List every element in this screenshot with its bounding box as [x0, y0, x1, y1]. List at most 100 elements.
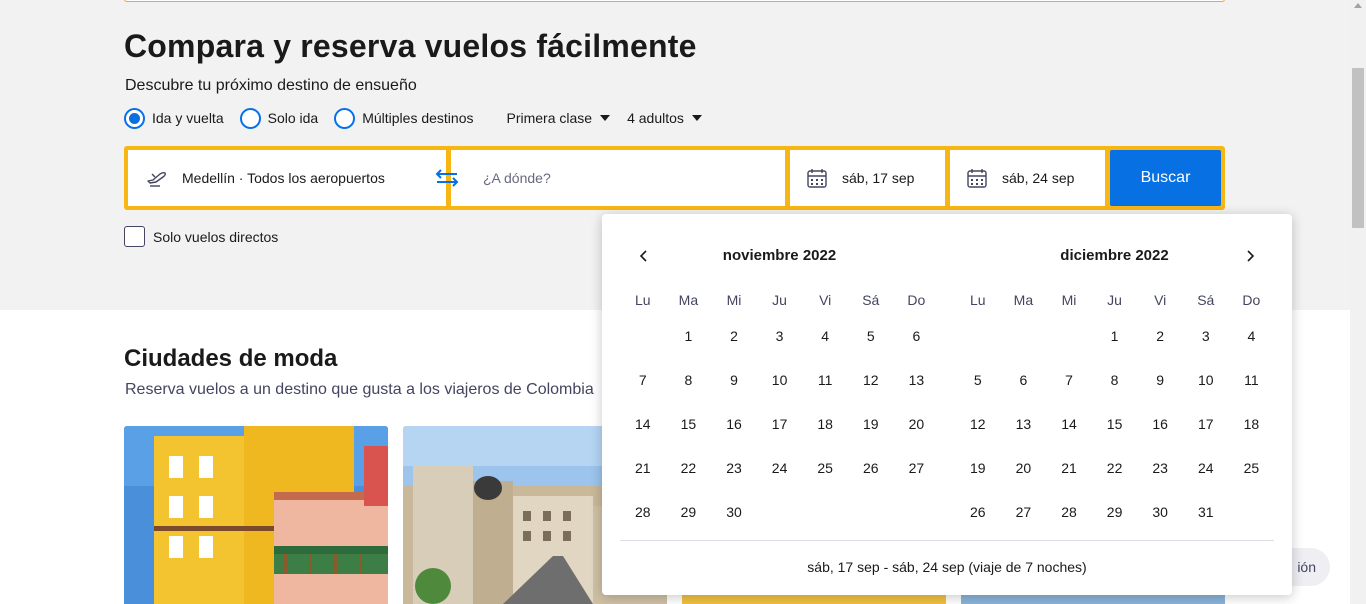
destination-field[interactable]: ¿A dónde?	[451, 150, 785, 206]
calendar-day[interactable]: 30	[711, 490, 757, 534]
calendar-day[interactable]: 29	[666, 490, 712, 534]
direct-flights-checkbox-row[interactable]: Solo vuelos directos	[124, 226, 278, 247]
calendar-icon	[807, 169, 827, 188]
return-date-field[interactable]: sáb, 24 sep	[950, 150, 1105, 206]
calendar-day[interactable]: 22	[666, 446, 712, 490]
calendar-day[interactable]: 25	[802, 446, 848, 490]
cabin-class-dropdown[interactable]: Primera clase	[506, 110, 611, 126]
calendar-day[interactable]: 17	[1183, 402, 1229, 446]
calendar-day[interactable]: 15	[666, 402, 712, 446]
radio-multi-city[interactable]: Múltiples destinos	[334, 107, 474, 129]
calendar-day[interactable]: 19	[848, 402, 894, 446]
page-scrollbar[interactable]	[1350, 0, 1366, 604]
calendar-day[interactable]: 19	[955, 446, 1001, 490]
trip-options-row: Ida y vuelta Solo ida Múltiples destinos…	[124, 106, 702, 130]
calendar-day[interactable]: 23	[1137, 446, 1183, 490]
calendar-day[interactable]: 30	[1137, 490, 1183, 534]
weekday-header-right: Lu Ma Mi Ju Vi Sá Do	[955, 292, 1274, 308]
calendar-day[interactable]: 10	[1183, 358, 1229, 402]
feedback-label: ión	[1297, 559, 1316, 575]
calendar-day[interactable]: 8	[666, 358, 712, 402]
calendar-day[interactable]: 8	[1092, 358, 1138, 402]
month-title-right: diciembre 2022	[1060, 247, 1169, 264]
page-title: Compara y reserva vuelos fácilmente	[124, 28, 697, 64]
calendar-day[interactable]: 9	[1137, 358, 1183, 402]
calendar-day[interactable]: 12	[848, 358, 894, 402]
radio-multi-city-label: Múltiples destinos	[362, 110, 474, 126]
calendar-day[interactable]: 3	[1183, 314, 1229, 358]
calendar-day[interactable]: 11	[802, 358, 848, 402]
trip-summary: sáb, 17 sep - sáb, 24 sep (viaje de 7 no…	[807, 559, 1087, 575]
calendar-day[interactable]: 14	[620, 402, 666, 446]
calendar-day[interactable]: 5	[848, 314, 894, 358]
calendar-day[interactable]: 23	[711, 446, 757, 490]
calendar-day[interactable]: 10	[757, 358, 803, 402]
city-card-image[interactable]	[124, 426, 388, 604]
trending-title: Ciudades de moda	[124, 345, 338, 372]
calendar-day[interactable]: 26	[955, 490, 1001, 534]
calendar-day[interactable]: 20	[894, 402, 940, 446]
date-picker-popover: noviembre 2022 diciembre 2022 Lu Ma Mi J…	[602, 214, 1292, 595]
calendar-day[interactable]: 2	[1137, 314, 1183, 358]
calendar-day[interactable]: 29	[1092, 490, 1138, 534]
radio-unchecked-icon[interactable]	[239, 107, 261, 129]
calendar-day[interactable]: 20	[1001, 446, 1047, 490]
swap-airports-button[interactable]	[430, 166, 464, 190]
scroll-up-arrow-icon[interactable]	[1354, 3, 1362, 8]
weekday-header-left: Lu Ma Mi Ju Vi Sá Do	[620, 292, 939, 308]
depart-date-field[interactable]: sáb, 17 sep	[790, 150, 945, 206]
calendar-day[interactable]: 7	[620, 358, 666, 402]
search-button[interactable]: Buscar	[1110, 150, 1221, 206]
calendar-day[interactable]: 21	[620, 446, 666, 490]
calendar-day[interactable]: 27	[1001, 490, 1047, 534]
weekday-label: Vi	[819, 292, 832, 308]
direct-flights-checkbox[interactable]	[124, 226, 145, 247]
calendar-day[interactable]: 4	[802, 314, 848, 358]
cabin-class-value: Primera clase	[506, 110, 593, 126]
calendar-day[interactable]: 28	[1046, 490, 1092, 534]
calendar-day[interactable]: 13	[1001, 402, 1047, 446]
calendar-day[interactable]: 28	[620, 490, 666, 534]
calendar-day[interactable]: 12	[955, 402, 1001, 446]
calendar-day[interactable]: 18	[802, 402, 848, 446]
scrollbar-thumb[interactable]	[1352, 68, 1364, 228]
weekday-label: Mi	[726, 292, 742, 308]
month-title-left: noviembre 2022	[722, 247, 837, 264]
radio-unchecked-icon[interactable]	[334, 107, 356, 129]
calendar-day[interactable]: 18	[1229, 402, 1275, 446]
calendar-day[interactable]: 25	[1229, 446, 1275, 490]
calendar-day[interactable]: 15	[1092, 402, 1138, 446]
calendar-day[interactable]: 26	[848, 446, 894, 490]
calendar-day[interactable]: 1	[1092, 314, 1138, 358]
travellers-value: 4 adultos	[627, 110, 684, 126]
calendar-day[interactable]: 5	[955, 358, 1001, 402]
calendar-day[interactable]: 21	[1046, 446, 1092, 490]
calendar-day[interactable]: 17	[757, 402, 803, 446]
calendar-day[interactable]: 16	[711, 402, 757, 446]
calendar-day[interactable]: 13	[894, 358, 940, 402]
calendar-day[interactable]: 24	[1183, 446, 1229, 490]
calendar-day[interactable]: 11	[1229, 358, 1275, 402]
origin-field[interactable]: Medellín · Todos los aeropuertos	[128, 150, 446, 206]
calendar-day[interactable]: 7	[1046, 358, 1092, 402]
calendar-day[interactable]: 3	[757, 314, 803, 358]
calendar-day[interactable]: 22	[1092, 446, 1138, 490]
calendar-day[interactable]: 1	[666, 314, 712, 358]
calendar-day[interactable]: 16	[1137, 402, 1183, 446]
travellers-dropdown[interactable]: 4 adultos	[627, 110, 702, 126]
calendar-day[interactable]: 9	[711, 358, 757, 402]
origin-value: Medellín · Todos los aeropuertos	[182, 170, 385, 186]
calendar-day[interactable]: 31	[1183, 490, 1229, 534]
calendar-day[interactable]: 6	[894, 314, 940, 358]
calendar-day[interactable]: 4	[1229, 314, 1275, 358]
calendar-day[interactable]: 2	[711, 314, 757, 358]
calendar-day[interactable]: 6	[1001, 358, 1047, 402]
radio-one-way[interactable]: Solo ida	[239, 107, 318, 129]
calendar-day[interactable]: 27	[894, 446, 940, 490]
calendar-day[interactable]: 14	[1046, 402, 1092, 446]
radio-checked-icon[interactable]	[124, 107, 145, 129]
weekday-label: Do	[1242, 292, 1261, 308]
radio-round-trip[interactable]: Ida y vuelta	[124, 107, 224, 129]
calendar-day[interactable]: 24	[757, 446, 803, 490]
weekday-label: Ma	[678, 292, 699, 308]
